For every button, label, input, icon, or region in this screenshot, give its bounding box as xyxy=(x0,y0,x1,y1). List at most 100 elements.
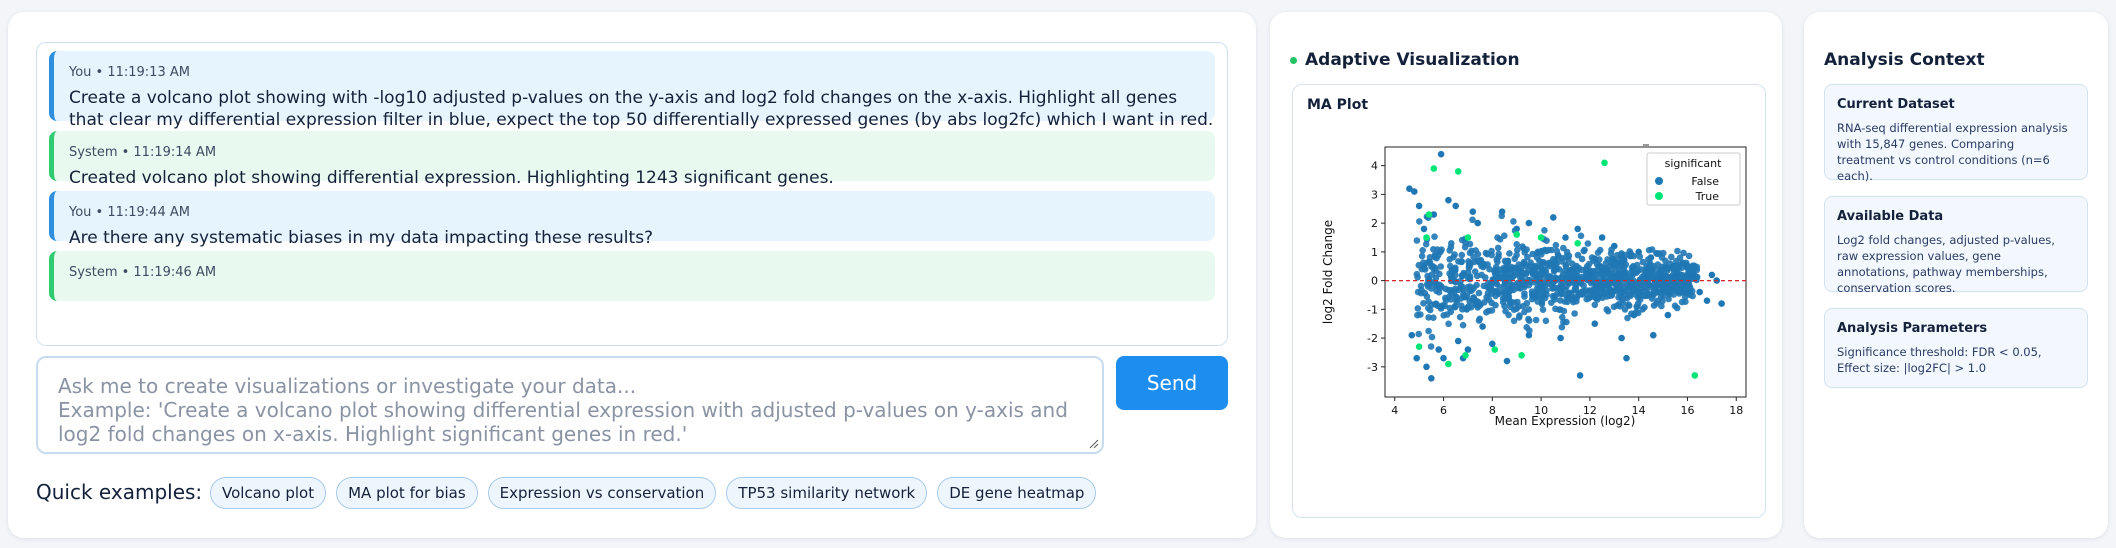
quick-example-heatmap[interactable]: DE gene heatmap xyxy=(937,477,1097,509)
data-point xyxy=(1522,269,1529,276)
data-point xyxy=(1503,357,1511,365)
y-tick-label: -1 xyxy=(1367,303,1378,316)
data-point xyxy=(1497,274,1504,281)
data-point xyxy=(1672,263,1679,270)
data-point xyxy=(1696,288,1703,296)
data-point xyxy=(1502,290,1510,297)
data-point xyxy=(1594,249,1602,256)
data-point xyxy=(1446,270,1453,277)
data-point xyxy=(1623,354,1630,362)
data-point xyxy=(1425,314,1432,321)
data-point xyxy=(1662,257,1669,265)
data-point xyxy=(1432,300,1439,308)
data-point xyxy=(1458,272,1466,279)
data-point xyxy=(1411,188,1418,195)
data-point xyxy=(1477,301,1484,308)
legend-label-true: True xyxy=(1695,190,1720,203)
data-point xyxy=(1598,234,1606,241)
data-point xyxy=(1510,306,1518,313)
data-point xyxy=(1488,299,1495,307)
data-point xyxy=(1515,280,1523,288)
resize-handle-icon[interactable] xyxy=(1089,439,1099,449)
data-point xyxy=(1605,269,1612,276)
data-point xyxy=(1437,150,1445,158)
data-point xyxy=(1538,300,1546,308)
quick-example-tp53-network[interactable]: TP53 similarity network xyxy=(726,477,928,509)
data-point xyxy=(1450,253,1457,261)
significant-point xyxy=(1518,352,1525,359)
quick-example-ma-plot[interactable]: MA plot for bias xyxy=(336,477,478,509)
data-point xyxy=(1493,256,1500,263)
data-point xyxy=(1538,247,1545,255)
data-point xyxy=(1415,202,1423,210)
data-point xyxy=(1428,375,1435,382)
data-point xyxy=(1479,323,1486,330)
data-point xyxy=(1525,219,1533,227)
plot-card: MA Plot 4 6 8 10 12 14 16 18 -3 -2 -1 0 1 2 3 4 Mean E… xyxy=(1292,84,1766,518)
context-card-text: Significance threshold: FDR < 0.05, Effe… xyxy=(1837,345,2042,375)
data-point xyxy=(1545,260,1553,268)
data-point xyxy=(1569,260,1576,267)
data-point xyxy=(1445,196,1452,204)
data-point xyxy=(1578,255,1586,263)
significant-point xyxy=(1425,211,1433,218)
send-button[interactable]: Send xyxy=(1116,356,1228,410)
ma-plot[interactable]: 4 6 8 10 12 14 16 18 -3-2-101234 Mean Expressio… xyxy=(1293,115,1765,517)
data-point xyxy=(1420,300,1427,307)
data-point xyxy=(1553,247,1561,255)
data-point xyxy=(1550,214,1557,221)
y-tick-label: -3 xyxy=(1367,361,1378,374)
context-card-parameters: Analysis Parameters Significance thresho… xyxy=(1824,308,2088,388)
data-point xyxy=(1645,246,1653,254)
data-point xyxy=(1472,247,1479,254)
data-point xyxy=(1590,257,1597,264)
data-point xyxy=(1567,270,1574,277)
chat-panel: You • 11:19:13 AM Create a volcano plot … xyxy=(8,12,1256,538)
data-point xyxy=(1505,311,1512,319)
data-point xyxy=(1525,331,1533,339)
y-axis-label: log2 Fold Change xyxy=(1321,220,1335,324)
data-point xyxy=(1543,291,1550,298)
significant-point xyxy=(1454,168,1462,175)
quick-example-conservation[interactable]: Expression vs conservation xyxy=(487,477,717,509)
data-point xyxy=(1618,334,1625,342)
data-point xyxy=(1535,292,1542,300)
data-point xyxy=(1474,219,1481,227)
data-point xyxy=(1611,242,1618,250)
quick-examples-label: Quick examples: xyxy=(36,480,203,504)
data-point xyxy=(1416,218,1423,225)
data-point xyxy=(1573,294,1581,301)
data-point xyxy=(1718,300,1725,307)
chat-input[interactable]: Ask me to create visualizations or inves… xyxy=(36,356,1104,454)
data-point xyxy=(1466,262,1474,270)
quick-examples: Volcano plot MA plot for bias Expression… xyxy=(210,477,1097,509)
data-point xyxy=(1496,284,1504,291)
data-point xyxy=(1625,301,1632,308)
quick-example-volcano[interactable]: Volcano plot xyxy=(210,477,327,509)
data-point xyxy=(1629,271,1636,279)
data-point xyxy=(1591,301,1599,309)
data-point xyxy=(1427,343,1435,350)
data-point xyxy=(1574,267,1581,275)
data-point xyxy=(1513,241,1520,248)
message-meta: System • 11:19:14 AM xyxy=(69,145,217,160)
message-text: Are there any systematic biases in my da… xyxy=(69,228,654,248)
data-point xyxy=(1563,318,1570,326)
data-point xyxy=(1510,218,1517,225)
data-point xyxy=(1492,263,1500,271)
significant-point xyxy=(1491,346,1499,353)
data-point xyxy=(1581,246,1588,254)
message-list[interactable]: You • 11:19:13 AM Create a volcano plot … xyxy=(36,42,1228,346)
x-tick-label: 4 xyxy=(1391,404,1398,417)
data-point xyxy=(1521,249,1528,256)
data-point xyxy=(1442,294,1449,302)
data-point xyxy=(1475,289,1483,297)
data-point xyxy=(1438,246,1445,253)
data-point xyxy=(1650,262,1657,270)
data-point xyxy=(1703,297,1711,304)
analysis-context-panel: Analysis Context Current Dataset RNA-seq… xyxy=(1804,12,2108,538)
data-point xyxy=(1658,266,1665,274)
data-point xyxy=(1651,289,1659,296)
data-point xyxy=(1708,271,1716,279)
data-point xyxy=(1454,337,1462,345)
